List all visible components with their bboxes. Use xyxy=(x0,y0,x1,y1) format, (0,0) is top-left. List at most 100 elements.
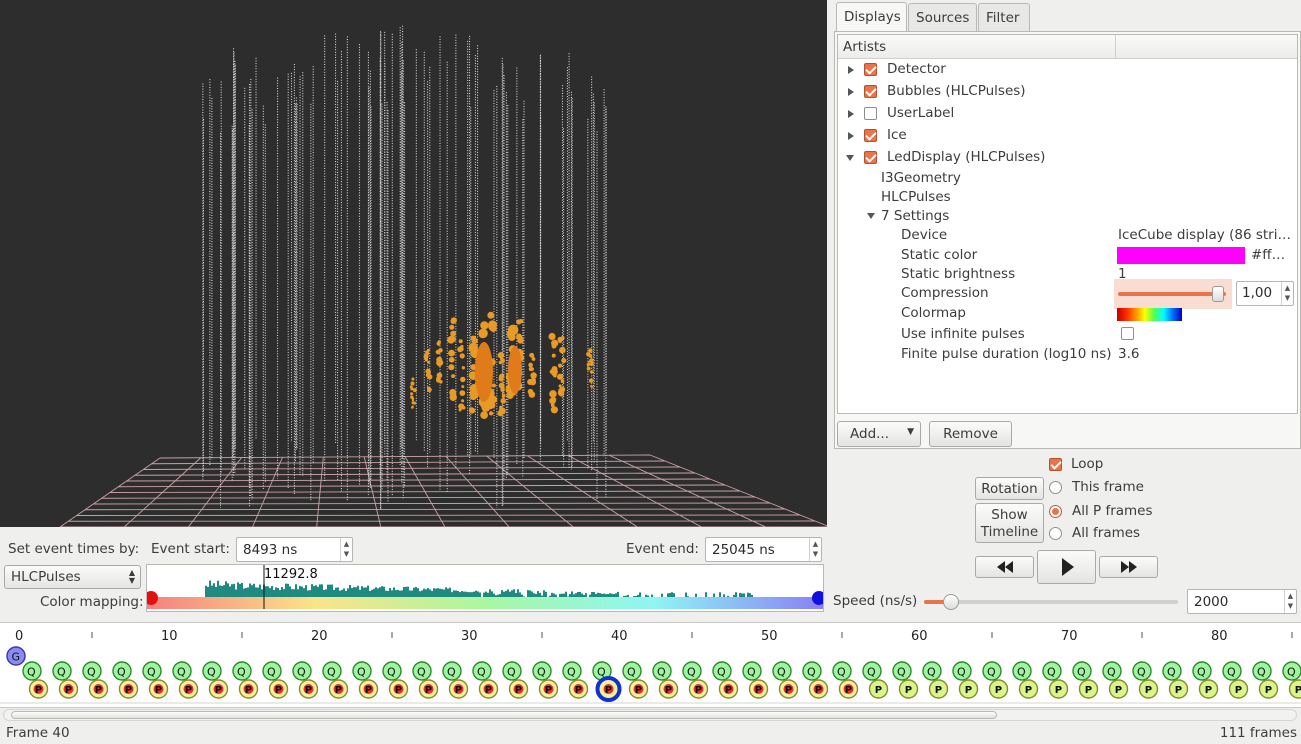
device-value[interactable]: IceCube display (86 stri… xyxy=(1118,227,1294,243)
add-label: Add... xyxy=(850,426,890,442)
duration-value[interactable]: 3.6 xyxy=(1118,346,1139,362)
svg-text:P: P xyxy=(95,685,102,696)
time-marker-value: 11292.8 xyxy=(264,567,318,582)
svg-text:Q: Q xyxy=(177,666,186,679)
colormap-swatch[interactable] xyxy=(1117,308,1182,321)
event-start-spinner[interactable]: ▲ ▼ xyxy=(340,538,352,561)
tab-displays[interactable]: Displays xyxy=(836,2,907,32)
static-color-swatch[interactable] xyxy=(1117,247,1245,264)
event-start-label: Event start: xyxy=(151,541,230,557)
expand-toggle-icon[interactable] xyxy=(846,155,854,161)
loop-checkbox[interactable] xyxy=(1049,458,1062,471)
svg-text:Q: Q xyxy=(207,666,216,679)
expand-toggle-icon[interactable] xyxy=(848,66,854,74)
artist-checkbox[interactable] xyxy=(864,63,877,76)
svg-text:G: G xyxy=(12,651,21,664)
timeline-tick-label: 50 xyxy=(761,629,778,644)
svg-text:Q: Q xyxy=(537,666,546,679)
all-frames-radio[interactable] xyxy=(1049,527,1062,540)
compression-input[interactable]: 1,00 ▲ ▼ xyxy=(1236,281,1294,306)
svg-text:P: P xyxy=(1145,685,1152,696)
remove-artist-button[interactable]: Remove xyxy=(929,421,1012,447)
svg-text:Q: Q xyxy=(1047,666,1056,679)
setting-label: Device xyxy=(901,227,948,243)
artist-label[interactable]: Ice xyxy=(887,127,907,143)
svg-text:P: P xyxy=(65,685,72,696)
settings-label: 7 Settings xyxy=(881,208,950,224)
rotation-button[interactable]: Rotation xyxy=(975,477,1044,500)
tab-sources[interactable]: Sources xyxy=(908,3,977,31)
svg-text:P: P xyxy=(365,685,372,696)
artist-checkbox[interactable] xyxy=(864,107,877,120)
fast-forward-button[interactable] xyxy=(1099,556,1158,578)
show-timeline-button[interactable]: Show Timeline xyxy=(975,503,1044,543)
expand-toggle-icon[interactable] xyxy=(848,88,854,96)
svg-text:Q: Q xyxy=(327,666,336,679)
compression-spinner[interactable]: ▲ ▼ xyxy=(1281,282,1293,305)
setting-label: Static brightness xyxy=(901,266,1016,282)
svg-text:Q: Q xyxy=(417,666,426,679)
this-frame-radio[interactable] xyxy=(1049,481,1062,494)
svg-text:Q: Q xyxy=(87,666,96,679)
svg-text:Q: Q xyxy=(1287,666,1296,679)
artist-label[interactable]: Bubbles (HLCPulses) xyxy=(887,83,1026,99)
settings-expand-icon[interactable] xyxy=(867,213,875,219)
event-end-spinner[interactable]: ▲ ▼ xyxy=(809,538,821,561)
artist-checkbox[interactable] xyxy=(864,151,877,164)
speed-slider-handle[interactable] xyxy=(943,594,959,610)
artist-label[interactable]: UserLabel xyxy=(887,105,954,121)
svg-text:P: P xyxy=(1025,685,1032,696)
add-artist-button[interactable]: Add... ▼ xyxy=(837,421,921,447)
event-time-source-select[interactable]: HLCPulses ▲ ▼ xyxy=(4,565,141,589)
svg-text:P: P xyxy=(1235,685,1242,696)
all-p-frames-radio[interactable] xyxy=(1049,505,1062,518)
event-end-input[interactable]: 25045 ns ▲ ▼ xyxy=(705,537,822,562)
timeline-tick-label: 30 xyxy=(461,629,478,644)
frame-timeline[interactable]: 0 10 20 30 40 50 60 70 80 G Q P Q P Q P Q P Q P Q P Q P Q P Q P Q P Q P… xyxy=(0,622,1301,708)
infinite-pulses-checkbox[interactable] xyxy=(1121,327,1134,340)
rewind-icon xyxy=(996,561,1013,573)
setting-label: Compression xyxy=(901,285,989,301)
this-frame-label: This frame xyxy=(1072,479,1144,495)
svg-text:Q: Q xyxy=(897,666,906,679)
histogram-chart xyxy=(144,565,826,609)
artist-label[interactable]: Detector xyxy=(887,61,946,77)
timeline-tick-label: 70 xyxy=(1061,629,1078,644)
svg-text:Q: Q xyxy=(777,666,786,679)
artist-checkbox[interactable] xyxy=(864,129,877,142)
svg-text:P: P xyxy=(275,685,282,696)
tab-label: Sources xyxy=(916,10,970,26)
loop-label: Loop xyxy=(1071,456,1104,472)
setting-label: Colormap xyxy=(901,305,967,321)
artist-label[interactable]: LedDisplay (HLCPulses) xyxy=(887,149,1045,165)
speed-spinner[interactable]: ▲ ▼ xyxy=(1284,590,1296,613)
select-arrows-icon: ▲ ▼ xyxy=(128,568,135,585)
svg-text:P: P xyxy=(1175,685,1182,696)
timeline-scrollbar[interactable] xyxy=(3,709,1297,721)
all-p-frames-label: All P frames xyxy=(1072,503,1153,519)
svg-text:P: P xyxy=(815,685,822,696)
speed-slider-track[interactable] xyxy=(924,594,1178,610)
expand-toggle-icon[interactable] xyxy=(848,110,854,118)
svg-text:P: P xyxy=(875,685,882,696)
svg-text:Q: Q xyxy=(957,666,966,679)
scrollbar-thumb[interactable] xyxy=(11,711,997,719)
play-button[interactable] xyxy=(1037,550,1096,584)
tree-header: Artists xyxy=(838,35,1297,59)
event-start-input[interactable]: 8493 ns ▲ ▼ xyxy=(236,537,353,562)
setting-label: Static color xyxy=(901,247,978,263)
expand-toggle-icon[interactable] xyxy=(848,132,854,140)
3d-event-view[interactable] xyxy=(0,0,827,527)
speed-input[interactable]: 2000 ▲ ▼ xyxy=(1187,589,1297,614)
svg-text:P: P xyxy=(1055,685,1062,696)
timeline-tick-label: 80 xyxy=(1211,629,1228,644)
rewind-button[interactable] xyxy=(975,556,1034,578)
svg-text:P: P xyxy=(245,685,252,696)
time-histogram[interactable]: 11292.8 xyxy=(144,564,826,612)
timeline-frames: 0 10 20 30 40 50 60 70 80GQPQPQPQPQPQPQPQPQPQPQP… xyxy=(0,629,1301,704)
compression-slider-handle[interactable] xyxy=(1212,286,1224,302)
svg-text:Q: Q xyxy=(927,666,936,679)
tab-filter[interactable]: Filter xyxy=(978,3,1030,31)
svg-text:P: P xyxy=(125,685,132,696)
artist-checkbox[interactable] xyxy=(864,85,877,98)
